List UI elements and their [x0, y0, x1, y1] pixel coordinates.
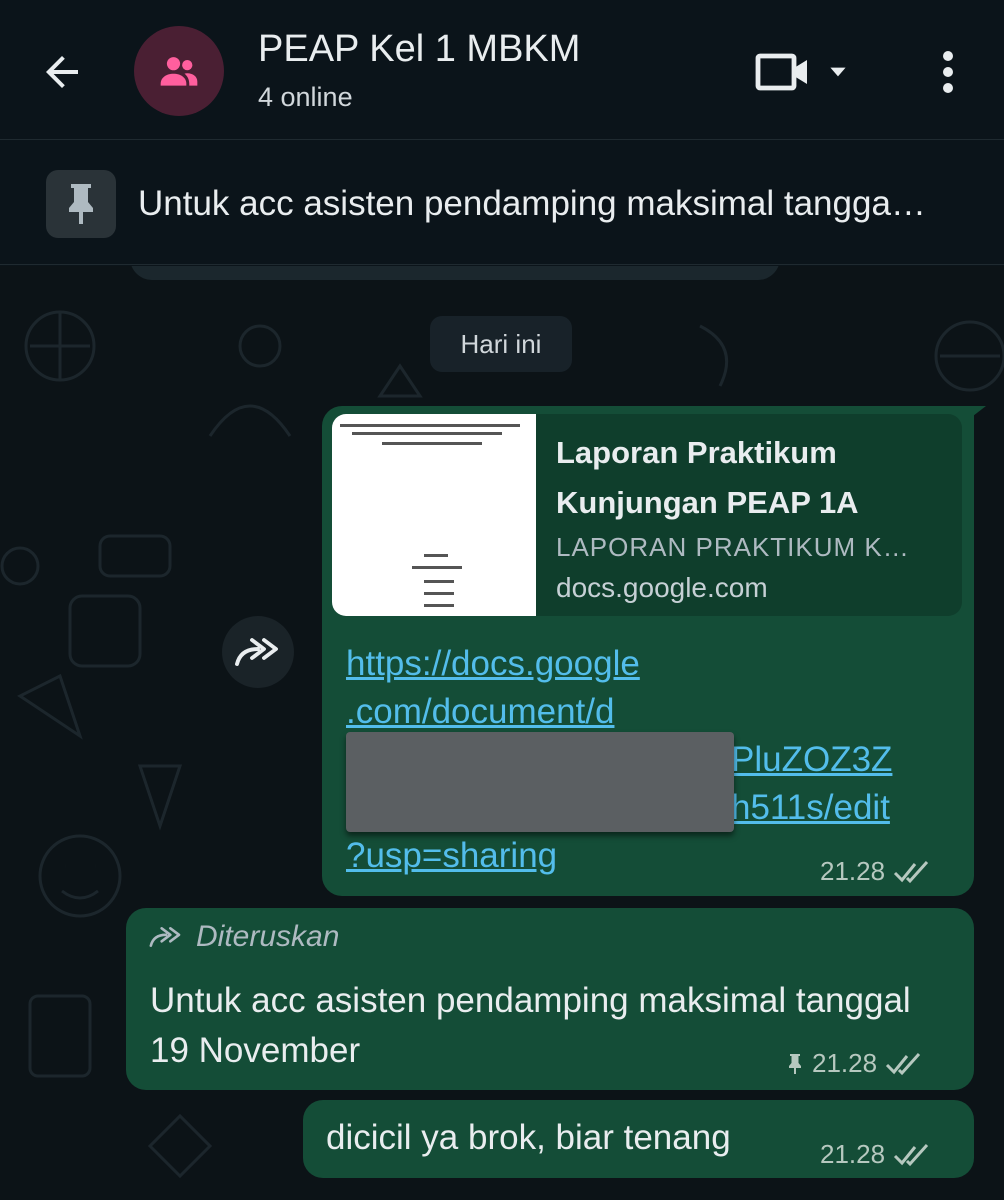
message-time: 21.28: [812, 1048, 878, 1078]
more-vert-icon: [943, 51, 953, 93]
message-meta: 21.28: [820, 1139, 933, 1170]
pin-icon: [789, 1053, 801, 1074]
link-line[interactable]: https://docs.google: [346, 640, 936, 688]
group-icon: [160, 57, 198, 86]
read-ticks-icon: [894, 860, 929, 883]
online-status: 4 online: [258, 82, 353, 112]
forwarded-text: Diteruskan: [196, 920, 340, 953]
chat-screen: PEAP Kel 1 MBKM 4 online Untuk acc asist…: [0, 0, 1004, 1200]
group-avatar[interactable]: [134, 26, 224, 116]
document-thumbnail: [332, 414, 536, 616]
link-preview-card[interactable]: Laporan Praktikum Kunjungan PEAP 1A LAPO…: [332, 414, 962, 616]
read-ticks-icon: [894, 1143, 929, 1166]
redacted-block: [346, 732, 734, 832]
date-separator: Hari ini: [430, 316, 572, 372]
message-meta: 21.28: [820, 856, 933, 887]
previous-message-edge: [130, 266, 780, 280]
forward-button[interactable]: [222, 616, 294, 688]
forward-arrow-icon: [235, 638, 278, 666]
message-time: 21.28: [820, 1139, 886, 1169]
forwarded-label: Diteruskan: [148, 920, 339, 954]
date-label: Hari ini: [460, 328, 542, 359]
message-text: dicicil ya brok, biar tenang: [326, 1118, 731, 1157]
chat-title[interactable]: PEAP Kel 1 MBKM: [258, 28, 580, 71]
read-ticks-icon: [886, 1052, 921, 1075]
link-line[interactable]: .com/document/d: [346, 688, 936, 736]
chat-header: PEAP Kel 1 MBKM 4 online: [0, 0, 1004, 140]
pin-icon-box: [46, 170, 116, 238]
link-preview-title: Laporan Praktikum Kunjungan PEAP 1A: [556, 435, 859, 520]
link-preview-domain: docs.google.com: [556, 572, 768, 603]
bubble-tail: [960, 406, 986, 426]
link-preview-description: LAPORAN PRAKTIKUM K…: [556, 532, 910, 562]
message-time: 21.28: [820, 856, 886, 886]
message-meta: 21.28: [786, 1048, 925, 1079]
video-call-button[interactable]: [755, 44, 865, 100]
video-call-icon: [755, 53, 807, 91]
arrow-left-icon: [46, 56, 78, 88]
pin-icon: [69, 184, 93, 224]
chevron-down-icon: [830, 67, 846, 77]
more-options-button[interactable]: [920, 40, 976, 104]
pinned-message-text[interactable]: Untuk acc asisten pendamping maksimal ta…: [138, 184, 988, 224]
forwarded-icon: [149, 927, 181, 947]
back-button[interactable]: [30, 40, 94, 104]
